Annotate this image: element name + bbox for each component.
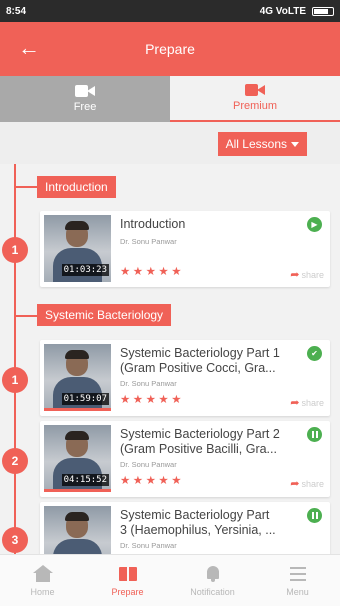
nav-menu-label: Menu (286, 586, 309, 597)
section-header-systemic-bacteriology: Systemic Bacteriology (37, 304, 172, 326)
lesson-thumbnail: 01:59:07 (44, 344, 111, 411)
lesson-title: Systemic Bacteriology Part 1 (Gram Posit… (120, 346, 280, 375)
lesson-author: Dr. Sonu Panwar (120, 379, 177, 388)
tab-free[interactable]: Free (0, 76, 170, 122)
pause-icon[interactable] (307, 427, 322, 442)
tab-premium-label: Premium (232, 100, 277, 112)
lesson-author: Dr. Sonu Panwar (120, 237, 177, 246)
lesson-number: 3 (2, 527, 28, 553)
section-connector (15, 186, 37, 188)
lesson-title: Introduction (120, 217, 186, 231)
play-icon[interactable]: ▶ (307, 217, 322, 232)
lesson-number: 2 (2, 448, 28, 474)
pause-icon[interactable] (307, 508, 322, 523)
share-icon: ➦ (290, 397, 300, 409)
share-label: share (301, 397, 324, 408)
status-bar: 8:54 4G VoLTE (0, 0, 340, 22)
check-icon[interactable]: ✔ (307, 346, 322, 361)
lesson-author: Dr. Sonu Panwar (120, 460, 177, 469)
lesson-card[interactable]: 01:59:07 Systemic Bacteriology Part 1 (G… (40, 340, 330, 416)
nav-home[interactable]: Home (0, 555, 85, 606)
home-icon (32, 564, 53, 583)
dropdown-caret-icon (291, 141, 299, 147)
share-button[interactable]: ➦ share (290, 396, 324, 409)
section-header-introduction: Introduction (37, 176, 116, 198)
bottom-navigation: Home Prepare Notification Menu (0, 554, 340, 606)
app-bar: ← Prepare (0, 22, 340, 76)
nav-prepare[interactable]: Prepare (85, 555, 170, 606)
lesson-duration: 04:15:52 (61, 474, 109, 486)
share-label: share (301, 269, 324, 280)
section-connector (15, 315, 37, 317)
lesson-thumbnail (44, 506, 111, 554)
rating-stars: ★★★★★ (120, 475, 185, 487)
back-arrow-icon[interactable]: ← (18, 36, 40, 60)
lesson-number: 1 (2, 237, 28, 263)
lesson-author: Dr. Sonu Panwar (120, 541, 177, 550)
progress-bar (44, 408, 111, 411)
tab-bar: Free Premium (0, 76, 340, 122)
tab-free-label: Free (73, 101, 97, 113)
filter-row: All Lessons (0, 122, 340, 164)
nav-notification-label: Notification (190, 586, 235, 597)
progress-bar (44, 489, 111, 492)
lesson-thumbnail: 04:15:52 (44, 425, 111, 492)
lesson-card[interactable]: 01:03:23 Introduction Dr. Sonu Panwar ★★… (40, 211, 330, 287)
lessons-filter-dropdown[interactable]: All Lessons (217, 132, 307, 156)
timeline-line (14, 164, 16, 554)
tab-premium[interactable]: Premium (170, 76, 340, 122)
nav-home-label: Home (30, 586, 55, 597)
status-time: 8:54 (6, 5, 27, 17)
lesson-title: Systemic Bacteriology Part 3 (Haemophilu… (120, 508, 276, 537)
video-camera-icon (75, 85, 95, 97)
network-label: 4G VoLTE (259, 5, 306, 17)
bell-icon (203, 565, 223, 583)
lesson-number: 1 (2, 367, 28, 393)
share-button[interactable]: ➦ share (290, 477, 324, 490)
nav-notification[interactable]: Notification (170, 555, 255, 606)
nav-prepare-label: Prepare (111, 586, 144, 597)
video-camera-icon (245, 84, 265, 96)
nav-menu[interactable]: Menu (255, 555, 340, 606)
lesson-thumbnail: 01:03:23 (44, 215, 111, 282)
lesson-duration: 01:59:07 (61, 393, 109, 405)
share-label: share (301, 478, 324, 489)
lesson-duration: 01:03:23 (61, 264, 109, 276)
book-icon (118, 565, 138, 583)
battery-icon (312, 6, 334, 16)
lesson-list[interactable]: Introduction 1 01:03:23 Introduction Dr.… (0, 164, 340, 554)
lesson-card[interactable]: Systemic Bacteriology Part 3 (Haemophilu… (40, 502, 330, 554)
rating-stars: ★★★★★ (120, 394, 185, 406)
lessons-filter-value: All Lessons (225, 137, 287, 151)
share-icon: ➦ (290, 269, 300, 281)
share-button[interactable]: ➦ share (290, 268, 324, 281)
share-icon: ➦ (290, 478, 300, 490)
rating-stars: ★★★★★ (120, 266, 185, 278)
hamburger-menu-icon (288, 565, 308, 583)
lesson-title: Systemic Bacteriology Part 2 (Gram Posit… (120, 427, 280, 456)
lesson-card[interactable]: 04:15:52 Systemic Bacteriology Part 2 (G… (40, 421, 330, 497)
page-title: Prepare (145, 41, 195, 57)
